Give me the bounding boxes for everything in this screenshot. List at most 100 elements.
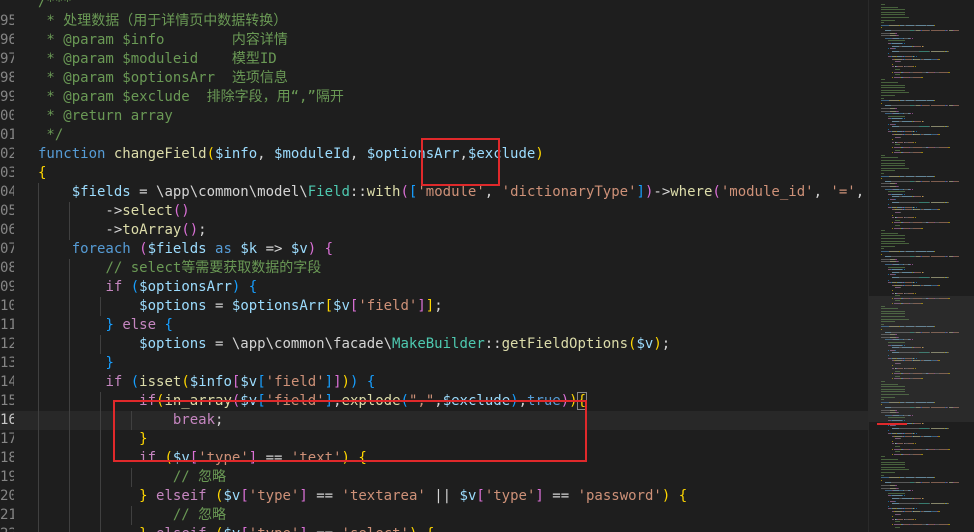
code-token: explode bbox=[341, 393, 401, 409]
minimap-stroke bbox=[947, 201, 949, 203]
minimap-stroke bbox=[881, 469, 909, 471]
code-token: ) bbox=[341, 374, 350, 390]
code-line[interactable]: 99 * @param $exclude 排除字段，用“,”隔开 bbox=[0, 88, 868, 107]
code-text: // select等需要获取数据的字段 bbox=[38, 259, 321, 278]
minimap-stroke bbox=[888, 48, 890, 50]
minimap[interactable] bbox=[868, 0, 974, 532]
line-number: 19 bbox=[0, 469, 14, 485]
code-token: $fields bbox=[147, 241, 207, 257]
minimap-stroke bbox=[915, 443, 917, 445]
minimap-stroke bbox=[953, 256, 959, 258]
code-token: = \app\common\model\ bbox=[130, 184, 308, 200]
code-line[interactable]: 09 if ($optionsArr) { bbox=[0, 278, 868, 297]
code-line[interactable]: 06 ->toArray(); bbox=[0, 221, 868, 240]
code-text: } bbox=[38, 430, 147, 449]
code-line[interactable]: 12 $options = \app\common\facade\MakeBui… bbox=[0, 335, 868, 354]
code-line[interactable]: 04 $fields = \app\common\model\Field::wi… bbox=[0, 183, 868, 202]
minimap-stroke bbox=[881, 27, 882, 29]
code-token: ] bbox=[636, 184, 645, 200]
line-number: 15 bbox=[0, 393, 14, 409]
code-token: ] bbox=[299, 488, 308, 504]
minimap-stroke bbox=[901, 498, 912, 499]
minimap-stroke bbox=[881, 162, 906, 164]
minimap-stroke bbox=[911, 264, 913, 265]
minimap-stroke bbox=[891, 71, 893, 73]
code-line[interactable]: 18 if ($v['type'] == 'text') { bbox=[0, 449, 868, 468]
minimap-stroke bbox=[903, 269, 905, 271]
line-number: 02 bbox=[0, 146, 14, 162]
line-number: 13 bbox=[0, 355, 14, 371]
minimap-stroke bbox=[938, 209, 940, 211]
minimap-stroke bbox=[881, 245, 896, 247]
code-line[interactable]: 96 * @param $info 内容详情 bbox=[0, 31, 868, 50]
minimap-stroke bbox=[894, 284, 902, 286]
minimap-stroke bbox=[888, 40, 906, 42]
minimap-stroke bbox=[881, 97, 884, 99]
code-line[interactable]: 20 } elseif ($v['type'] == 'textarea' ||… bbox=[0, 487, 868, 506]
code-token: 'select' bbox=[342, 526, 409, 532]
code-line[interactable]: /*** bbox=[0, 0, 868, 12]
code-token: '=' bbox=[830, 184, 856, 200]
minimap-stroke bbox=[888, 505, 890, 507]
code-line[interactable]: 05 ->select() bbox=[0, 202, 868, 221]
code-line[interactable]: 03 { bbox=[0, 164, 868, 183]
minimap-stroke bbox=[881, 170, 896, 172]
code-token: ; bbox=[661, 336, 671, 352]
code-token: // select等需要获取数据的字段 bbox=[105, 260, 322, 276]
code-token: == bbox=[307, 488, 342, 504]
minimap-stroke bbox=[938, 147, 948, 148]
code-token: $optionsArr bbox=[231, 298, 325, 314]
minimap-stroke bbox=[888, 492, 906, 494]
code-line[interactable]: 17 } bbox=[0, 430, 868, 449]
code-token: 'password' bbox=[577, 488, 662, 504]
code-line[interactable]: 19 // 忽略 bbox=[0, 468, 868, 487]
code-line[interactable]: 13 } bbox=[0, 354, 868, 373]
minimap-stroke bbox=[881, 248, 884, 250]
code-editor[interactable]: /*** 95 * 处理数据（用于详情页中数据转换） 96 * @param $in… bbox=[0, 0, 868, 532]
code-line[interactable]: 21 // 忽略 bbox=[0, 506, 868, 525]
code-line[interactable]: 01 */ bbox=[0, 126, 868, 145]
minimap-stroke bbox=[881, 79, 885, 81]
code-line[interactable]: 97 * @param $moduleid 模型ID bbox=[0, 50, 868, 69]
minimap-stroke bbox=[881, 110, 890, 112]
code-line[interactable]: 08 // select等需要获取数据的字段 bbox=[0, 259, 868, 278]
code-line[interactable]: 10 $options = $optionsArr[$v['field']]; bbox=[0, 297, 868, 316]
code-token: ( bbox=[400, 393, 409, 409]
minimap-stroke bbox=[913, 141, 915, 143]
code-line[interactable]: 14 if (isset($info[$v['field']])) { bbox=[0, 373, 868, 392]
minimap-stroke bbox=[947, 50, 949, 52]
code-token: == bbox=[257, 450, 291, 466]
minimap-stroke bbox=[888, 115, 906, 117]
code-line[interactable]: 07 foreach ($fields as $k => $v) { bbox=[0, 240, 868, 259]
code-text: /*** bbox=[38, 0, 72, 12]
minimap-stroke bbox=[916, 131, 917, 133]
code-token: * @param $exclude 排除字段，用“,”隔开 bbox=[38, 89, 344, 105]
code-line[interactable]: 95 * 处理数据（用于详情页中数据转换） bbox=[0, 12, 868, 31]
code-token: -> bbox=[38, 222, 123, 238]
minimap-stroke bbox=[913, 227, 921, 229]
code-line[interactable]: 11 } else { bbox=[0, 316, 868, 335]
code-token: $info bbox=[189, 374, 232, 390]
code-line[interactable]: 98 * @param $optionsArr 选项信息 bbox=[0, 69, 868, 88]
minimap-stroke bbox=[930, 482, 945, 484]
minimap-stroke bbox=[899, 427, 919, 429]
code-text: { bbox=[38, 164, 46, 183]
minimap-stroke bbox=[891, 427, 899, 429]
code-line[interactable]: 02 function changeField($info, $moduleId,… bbox=[0, 145, 868, 164]
minimap-stroke bbox=[888, 123, 890, 125]
code-token: , bbox=[518, 393, 528, 409]
code-token: , bbox=[434, 393, 443, 409]
minimap-stroke bbox=[901, 196, 912, 198]
minimap-stroke bbox=[913, 292, 915, 294]
code-line[interactable]: 00 * @return array bbox=[0, 107, 868, 126]
code-line[interactable]: 22 } elseif ($v['type'] == 'select') { bbox=[0, 525, 868, 532]
code-line[interactable]: 16 break; bbox=[0, 411, 868, 430]
minimap-stroke bbox=[881, 92, 909, 94]
code-line[interactable]: 15 if(in_array($v['field'],explode(",",$… bbox=[0, 392, 868, 411]
minimap-stroke bbox=[938, 511, 940, 512]
code-token: ] bbox=[535, 488, 544, 504]
code-text: if (isset($info[$v['field']])) { bbox=[38, 373, 375, 392]
minimap-stroke bbox=[881, 258, 890, 260]
minimap-slider[interactable] bbox=[869, 296, 974, 422]
